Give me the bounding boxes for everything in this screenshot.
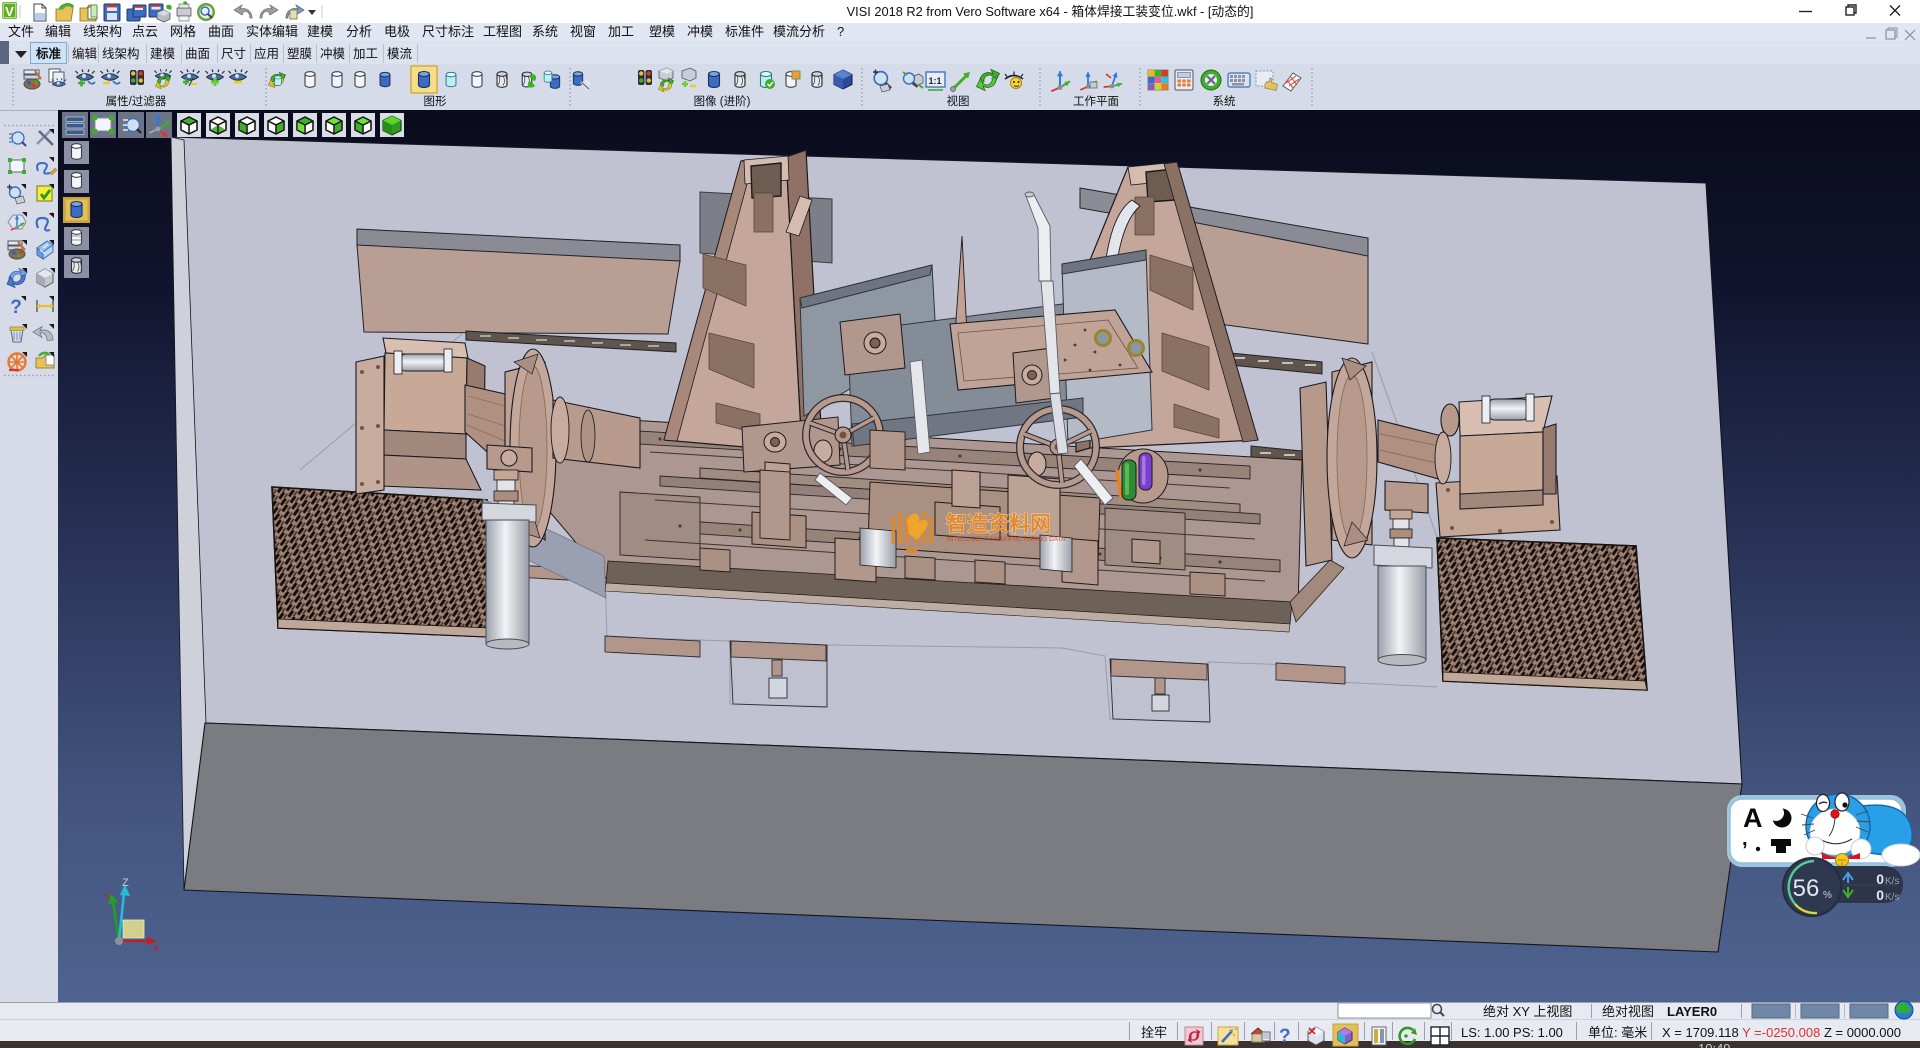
svg-text:?: ?: [10, 297, 22, 318]
svg-text:系统: 系统: [1213, 95, 1236, 108]
svg-text:曲面: 曲面: [208, 24, 234, 39]
svg-text:Y: Y: [104, 892, 112, 904]
svg-text:%: %: [1823, 890, 1832, 901]
svg-text:X = 1709.118 Y =-0250.008 Z =: X = 1709.118 Y =-0250.008 Z = 0000.000: [1662, 1025, 1901, 1040]
svg-text:建模: 建模: [150, 47, 176, 61]
svg-text:加工: 加工: [608, 24, 634, 39]
svg-text:网格: 网格: [170, 24, 196, 39]
svg-text:编辑: 编辑: [72, 46, 97, 61]
svg-text:INTELLIGENT MANUFACTURING DATA: INTELLIGENT MANUFACTURING DATA: [947, 536, 1066, 543]
svg-text:0: 0: [1876, 887, 1884, 903]
svg-text:系统: 系统: [532, 24, 558, 39]
svg-text:线架构: 线架构: [102, 46, 140, 61]
svg-text:塑模: 塑模: [649, 24, 675, 39]
svg-text:工作平面: 工作平面: [1073, 95, 1119, 108]
svg-text:工程图: 工程图: [483, 24, 522, 39]
svg-text:文件: 文件: [8, 24, 34, 39]
svg-text:Z: Z: [122, 877, 129, 889]
svg-text:图像 (进阶): 图像 (进阶): [694, 94, 751, 108]
svg-text:点云: 点云: [132, 24, 158, 39]
svg-text:,: ,: [1742, 828, 1748, 850]
svg-text:1:1: 1:1: [928, 76, 941, 86]
svg-text:?: ?: [837, 24, 844, 39]
svg-text:标准件: 标准件: [725, 24, 764, 39]
svg-text:曲面: 曲面: [185, 47, 210, 61]
svg-text:塑膜: 塑膜: [287, 46, 312, 61]
svg-text:加工: 加工: [353, 47, 378, 61]
svg-text:56: 56: [1793, 875, 1820, 902]
svg-text:单位: 毫米: 单位: 毫米: [1588, 1025, 1647, 1040]
svg-text:绝对视图: 绝对视图: [1602, 1004, 1654, 1019]
svg-text:图形: 图形: [424, 95, 447, 108]
svg-text:电极: 电极: [384, 24, 410, 39]
svg-text:LS: 1.00 PS: 1.00: LS: 1.00 PS: 1.00: [1461, 1025, 1563, 1040]
svg-text:编辑: 编辑: [45, 24, 71, 39]
svg-text:LAYER0: LAYER0: [1667, 1004, 1717, 1019]
svg-text:属性/过滤器: 属性/过滤器: [106, 94, 167, 108]
svg-text:智造资料网: 智造资料网: [946, 512, 1051, 536]
svg-text:模流分析: 模流分析: [773, 24, 825, 39]
svg-text:尺寸: 尺寸: [221, 47, 246, 61]
svg-text:x: x: [153, 942, 159, 954]
svg-text:线架构: 线架构: [83, 24, 122, 39]
svg-text:拴牢: 拴牢: [1141, 1025, 1167, 1040]
svg-text:冲模: 冲模: [687, 24, 713, 39]
svg-text:V: V: [5, 4, 14, 19]
svg-text:分析: 分析: [346, 24, 372, 39]
svg-text:视图: 视图: [947, 94, 970, 108]
svg-text:模流: 模流: [387, 47, 413, 61]
svg-text:视窗: 视窗: [570, 24, 596, 39]
svg-text:建模: 建模: [307, 24, 333, 39]
svg-text:实体编辑: 实体编辑: [246, 24, 298, 39]
svg-text:K/s: K/s: [1885, 892, 1899, 903]
svg-text:VISI 2018 R2 from Vero Softwar: VISI 2018 R2 from Vero Software x64 - 箱体…: [847, 4, 1254, 19]
svg-text:应用: 应用: [254, 46, 279, 61]
svg-text:尺寸标注: 尺寸标注: [422, 24, 474, 39]
svg-text:绝对 XY 上视图: 绝对 XY 上视图: [1483, 1004, 1572, 1019]
svg-text:10:49: 10:49: [1698, 1041, 1731, 1048]
svg-text:?: ?: [1279, 1026, 1291, 1047]
svg-text:标准: 标准: [35, 46, 62, 61]
svg-text:冲模: 冲模: [320, 46, 346, 61]
